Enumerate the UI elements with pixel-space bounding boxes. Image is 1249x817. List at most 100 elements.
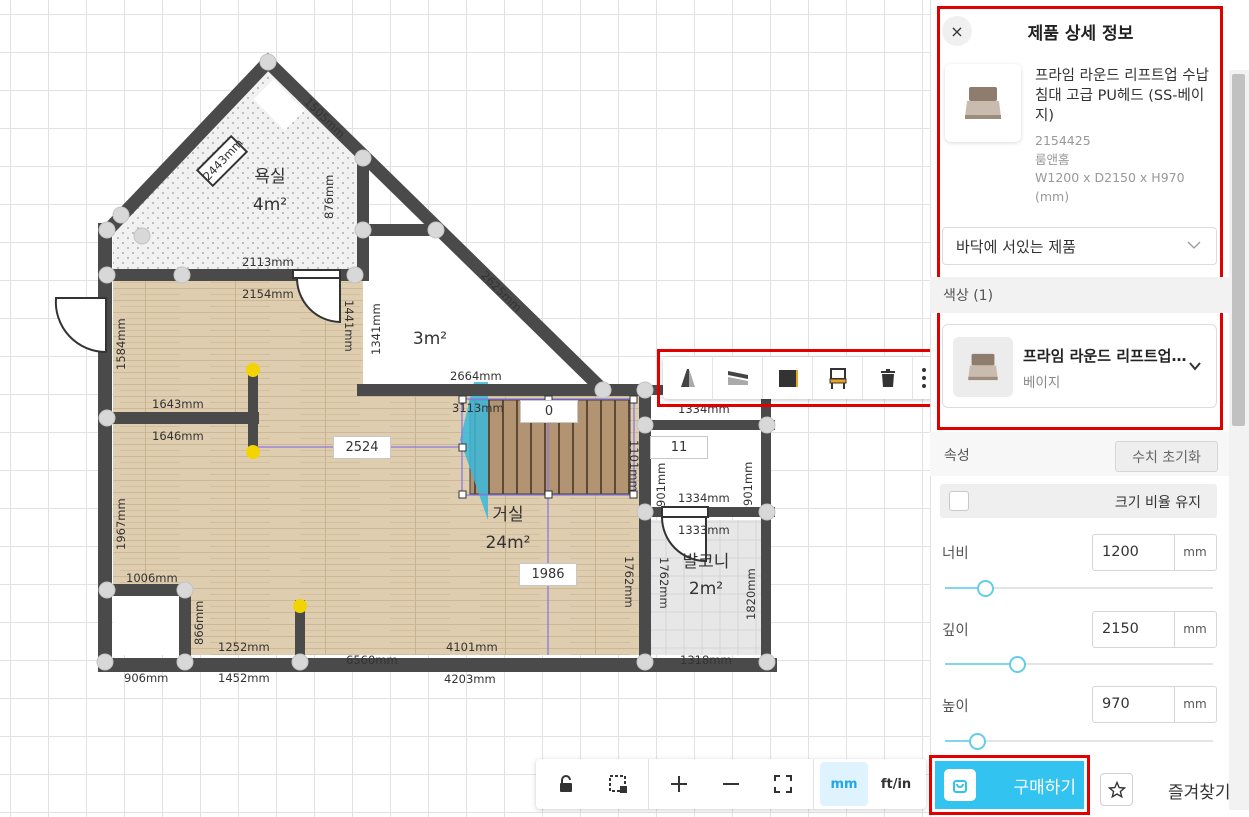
lock-button[interactable] bbox=[542, 762, 590, 806]
bed-icon bbox=[965, 87, 1001, 119]
color-option[interactable]: 프라임 라운드 리프트업 수납침대 베이지 bbox=[942, 324, 1217, 408]
dim-label: 2154mm bbox=[242, 287, 294, 301]
color-option-sub: 베이지 bbox=[1023, 375, 1061, 391]
dim-label: 4203mm bbox=[444, 672, 496, 686]
color-section-label: 색상 (1) bbox=[943, 288, 994, 304]
minus-icon bbox=[723, 783, 739, 785]
zoom-out-button[interactable] bbox=[707, 762, 755, 806]
slider-fill bbox=[945, 663, 1018, 665]
balcony-input[interactable]: 11 bbox=[650, 436, 708, 459]
close-button[interactable]: × bbox=[942, 16, 972, 46]
dim-label: 1441mm bbox=[342, 300, 356, 352]
floor-plan[interactable]: 욕실 4m² 3m² 거실 24m² 발코니 2m² 2443mm 1505mm… bbox=[0, 0, 930, 817]
dim-label: 901mm bbox=[741, 462, 755, 506]
select-area-icon bbox=[609, 775, 627, 793]
select-area-button[interactable] bbox=[594, 762, 642, 806]
attributes-label: 속성 bbox=[944, 448, 970, 464]
depth-slider[interactable] bbox=[945, 654, 1213, 674]
color-option-image bbox=[953, 337, 1013, 397]
height-unit: mm bbox=[1183, 697, 1207, 711]
width-label: 너비 bbox=[942, 546, 969, 562]
depth-value[interactable]: 2150 bbox=[1093, 612, 1175, 647]
chair-replace-button[interactable] bbox=[813, 357, 863, 399]
small-closet-floor[interactable] bbox=[113, 590, 185, 655]
room-area: 2m² bbox=[689, 579, 723, 599]
room-name: 욕실 bbox=[254, 167, 285, 187]
dim-label: 1820mm bbox=[744, 568, 758, 620]
wall-slope-button[interactable] bbox=[663, 357, 713, 399]
product-meta: 2154425 룸앤홈 W1200 x D2150 x H970 (mm) bbox=[1035, 132, 1217, 206]
room-height-input[interactable]: 1986 bbox=[519, 563, 577, 586]
room-name: 거실 bbox=[492, 505, 523, 525]
panel-title: 제품 상세 정보 bbox=[1027, 23, 1134, 44]
chevron-down-icon bbox=[1189, 362, 1201, 371]
dim-label: 1333mm bbox=[678, 523, 730, 537]
width-value[interactable]: 1200 bbox=[1093, 535, 1175, 570]
dim-label: 2113mm bbox=[242, 255, 294, 269]
product-summary: 프라임 라운드 리프트업 수납침대 고급 PU헤드 (SS-베이지) 21544… bbox=[943, 62, 1218, 222]
placement-value: 바닥에 서있는 제품 bbox=[956, 237, 1076, 256]
reset-dimensions-button[interactable]: 수치 초기화 bbox=[1115, 441, 1218, 472]
width-slider[interactable] bbox=[945, 578, 1213, 598]
keep-ratio-checkbox[interactable] bbox=[949, 491, 969, 511]
floor-height-button[interactable] bbox=[713, 357, 763, 399]
product-name: 프라임 라운드 리프트업 수납침대 고급 PU헤드 (SS-베이지) bbox=[1035, 68, 1209, 124]
dim-label: 1762mm bbox=[622, 556, 636, 608]
depth-label: 깊이 bbox=[942, 623, 969, 639]
width-unit: mm bbox=[1183, 545, 1207, 559]
buy-label: 구매하기 bbox=[1013, 777, 1076, 798]
toolbar-divider bbox=[813, 759, 814, 809]
dim-label: 1584mm bbox=[114, 318, 128, 370]
placement-select[interactable]: 바닥에 서있는 제품 bbox=[942, 227, 1217, 265]
fullscreen-icon bbox=[774, 775, 792, 793]
slider-knob[interactable] bbox=[969, 733, 987, 750]
favorite-button[interactable] bbox=[1100, 773, 1133, 806]
unit-mm-button[interactable]: mm bbox=[820, 762, 868, 806]
depth-field[interactable]: 2150 mm bbox=[1092, 611, 1217, 648]
panel-scrollbar[interactable] bbox=[1229, 70, 1249, 810]
keep-ratio-row[interactable]: 크기 비율 유지 bbox=[940, 484, 1217, 518]
product-code: 2154425 bbox=[1035, 133, 1091, 148]
color-option-name: 프라임 라운드 리프트업 수납침대 bbox=[1023, 347, 1188, 365]
slider-knob[interactable] bbox=[977, 580, 995, 597]
floor-plan-canvas[interactable]: 욕실 4m² 3m² 거실 24m² 발코니 2m² 2443mm 1505mm… bbox=[0, 0, 938, 817]
chair-replace-icon bbox=[829, 368, 846, 389]
product-size: W1200 x D2150 x H970 (mm) bbox=[1035, 170, 1185, 204]
panel-header: × 제품 상세 정보 bbox=[940, 10, 1219, 52]
dim-label: 1646mm bbox=[152, 429, 204, 443]
dim-label: 1318mm bbox=[680, 653, 732, 667]
zoom-in-button[interactable] bbox=[655, 762, 703, 806]
dim-label: 1252mm bbox=[218, 640, 270, 654]
keep-ratio-label: 크기 비율 유지 bbox=[1114, 495, 1201, 511]
unit-ftin-button[interactable]: ft/in bbox=[872, 762, 920, 806]
fit-screen-button[interactable] bbox=[759, 762, 807, 806]
small-room-floor[interactable] bbox=[363, 230, 600, 390]
width-field[interactable]: 1200 mm bbox=[1092, 534, 1217, 571]
dim-label: 1643mm bbox=[152, 397, 204, 411]
plus-icon bbox=[671, 776, 687, 792]
delete-button[interactable] bbox=[863, 357, 913, 399]
more-vertical-icon bbox=[922, 368, 926, 388]
dim-label: 1967mm bbox=[114, 498, 128, 550]
room-name: 발코니 bbox=[683, 552, 730, 572]
height-value[interactable]: 970 bbox=[1093, 687, 1175, 722]
stair-length-input[interactable]: 0 bbox=[520, 400, 578, 423]
dim-label: 1762mm bbox=[657, 557, 671, 609]
favorite-label[interactable]: 즐겨찾기 bbox=[1168, 778, 1231, 803]
height-field[interactable]: 970 mm bbox=[1092, 686, 1217, 723]
dim-label: 6560mm bbox=[346, 653, 398, 667]
buy-button[interactable]: 구매하기 bbox=[935, 761, 1084, 809]
height-slider[interactable] bbox=[945, 731, 1213, 751]
room-area: 4m² bbox=[253, 195, 287, 215]
material-button[interactable] bbox=[763, 357, 813, 399]
dim-label: 1452mm bbox=[218, 671, 270, 685]
color-section-header: 색상 (1) bbox=[930, 277, 1229, 313]
close-icon: × bbox=[950, 21, 964, 41]
slider-knob[interactable] bbox=[1009, 656, 1027, 673]
dim-label: 901mm bbox=[654, 463, 668, 507]
floor-height-icon bbox=[727, 371, 748, 385]
room-area: 24m² bbox=[485, 533, 530, 553]
scrollbar-thumb[interactable] bbox=[1232, 74, 1245, 426]
room-width-input[interactable]: 2524 bbox=[333, 436, 391, 459]
dim-label: 866mm bbox=[192, 601, 206, 645]
